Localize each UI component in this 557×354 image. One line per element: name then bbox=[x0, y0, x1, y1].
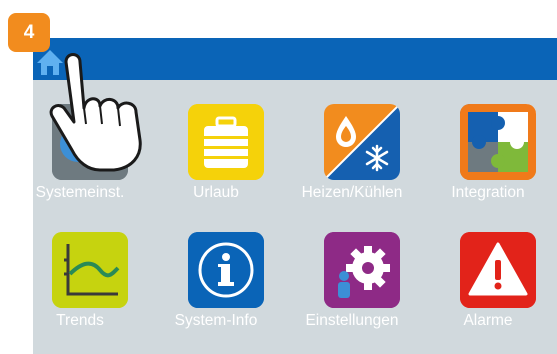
heat-cool-icon bbox=[324, 104, 400, 180]
tile-einstellungen[interactable]: Einstellungen bbox=[284, 232, 420, 354]
info-icon bbox=[188, 232, 264, 308]
tile-label: Heizen/Kühlen bbox=[301, 184, 403, 201]
tile-label: Alarme bbox=[463, 312, 513, 329]
gear-person-icon bbox=[324, 232, 400, 308]
tile-label: Trends bbox=[56, 312, 104, 329]
trends-icon bbox=[52, 232, 128, 308]
tile-label: Integration bbox=[451, 184, 525, 201]
tile-system-info[interactable]: System-Info bbox=[148, 232, 284, 354]
hand-pointer-icon bbox=[49, 53, 142, 172]
tile-label: Urlaub bbox=[193, 184, 239, 201]
tile-label: Einstellungen bbox=[305, 312, 399, 329]
tile-urlaub[interactable]: Urlaub bbox=[148, 104, 284, 234]
tile-integration[interactable]: Integration bbox=[420, 104, 556, 234]
tile-label: System-Info bbox=[174, 312, 258, 329]
puzzle-icon bbox=[460, 104, 536, 180]
tile-trends[interactable]: Trends bbox=[12, 232, 148, 354]
tile-heizen-kuehlen[interactable]: Heizen/Kühlen bbox=[284, 104, 420, 234]
tile-alarme[interactable]: Alarme bbox=[420, 232, 556, 354]
tile-label: Systemeinst. bbox=[35, 184, 125, 201]
step-badge: 4 bbox=[8, 13, 50, 52]
suitcase-icon bbox=[188, 104, 264, 180]
step-number: 4 bbox=[23, 21, 35, 43]
warning-icon bbox=[460, 232, 536, 308]
